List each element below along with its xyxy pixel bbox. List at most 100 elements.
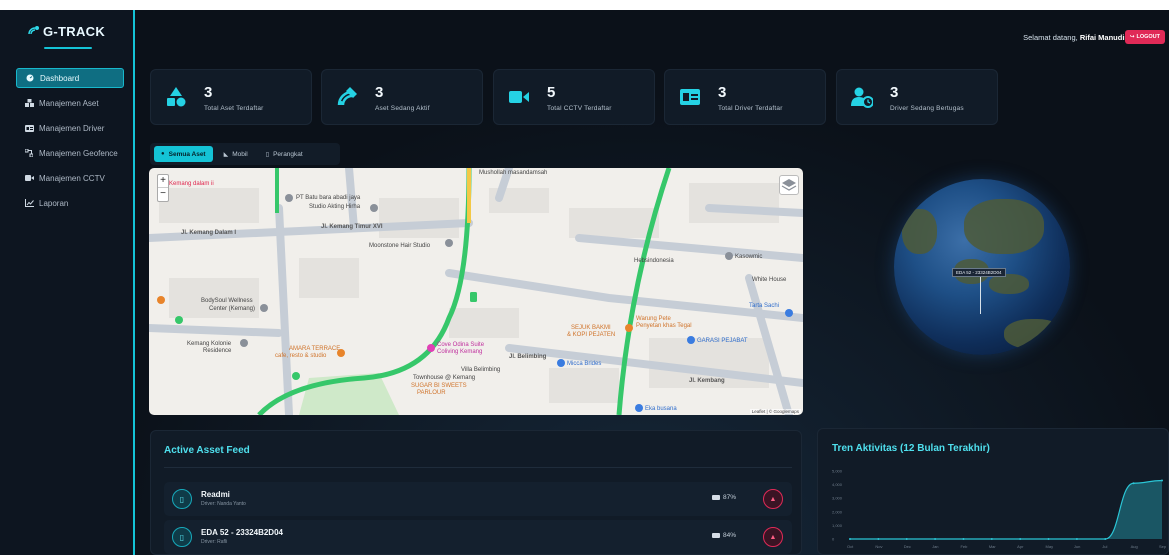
logout-icon: ↪ xyxy=(1129,34,1135,40)
x-tick-label: Nov xyxy=(875,544,882,549)
sidebar-item-label: Laporan xyxy=(39,198,69,208)
globe-land xyxy=(1004,319,1064,349)
data-point[interactable] xyxy=(934,538,937,540)
filter-car-button[interactable]: ◣ Mobil xyxy=(217,146,255,162)
map-label: Penyetan khas Tegal xyxy=(636,323,692,329)
globe-land xyxy=(989,274,1029,294)
stat-card-total-assets: 3 Total Aset Terdaftar xyxy=(150,69,312,125)
battery-status: 87% xyxy=(712,494,736,501)
video-icon xyxy=(508,86,530,108)
sidebar-item-assets[interactable]: Manajemen Aset xyxy=(16,93,124,113)
zoom-out-button[interactable]: − xyxy=(158,188,168,201)
globe-view[interactable] xyxy=(894,179,1070,355)
y-tick-label: 3,000 xyxy=(832,496,843,501)
alarm-button[interactable]: ▲ xyxy=(763,489,783,509)
sidebar-item-geofence[interactable]: Manajemen Geofence xyxy=(16,143,124,163)
stat-card-total-cctv: 5 Total CCTV Terdaftar xyxy=(493,69,655,125)
brand-logo[interactable]: G-TRACK xyxy=(0,24,133,39)
filter-label: Semua Aset xyxy=(168,150,206,158)
data-point[interactable] xyxy=(1075,538,1078,540)
filter-label: Perangkat xyxy=(273,150,303,158)
data-point[interactable] xyxy=(1161,479,1163,482)
map-label: Kemang Kolonie xyxy=(187,341,232,347)
x-tick-label: Oct xyxy=(847,544,854,549)
x-tick-label: Jun xyxy=(1074,544,1080,549)
map-label: Kasowmic xyxy=(735,254,762,260)
map-view[interactable]: Kemang dalam ii PT Batu bara abadi jaya … xyxy=(149,168,803,415)
data-point[interactable] xyxy=(1104,538,1107,540)
map-label: PARLOUR xyxy=(417,390,446,396)
user-clock-icon xyxy=(851,86,874,108)
sidebar-item-drivers[interactable]: Manajemen Driver xyxy=(16,118,124,138)
filter-label: Mobil xyxy=(232,150,248,158)
stat-label: Driver Sedang Bertugas xyxy=(890,105,964,112)
globe-land xyxy=(902,209,937,254)
sidebar-item-label: Manajemen CCTV xyxy=(39,173,105,183)
satellite-icon xyxy=(336,86,358,108)
brand-underline xyxy=(44,47,92,49)
sidebar-item-reports[interactable]: Laporan xyxy=(16,193,124,213)
dashboard-icon xyxy=(25,73,35,83)
y-tick-label: 0 xyxy=(832,537,835,542)
satellite-logo-icon xyxy=(28,25,40,39)
map-label: GARASI PEJABAT xyxy=(697,338,748,344)
asset-name: Readmi xyxy=(201,490,230,499)
welcome-text: Selamat datang, Rifai Manudin xyxy=(1023,33,1129,42)
stat-value: 5 xyxy=(547,84,556,101)
logout-button[interactable]: ↪ LOGOUT xyxy=(1124,30,1165,44)
x-tick-label: May xyxy=(1046,544,1054,549)
data-point[interactable] xyxy=(877,538,880,540)
stat-label: Total Driver Terdaftar xyxy=(718,105,783,112)
map-label: Coliving Kemang xyxy=(437,349,482,355)
map-label: SUGAR BI SWEETS xyxy=(411,383,467,389)
globe-marker-label[interactable]: EDA 52 - 23324B2D04 xyxy=(952,268,1006,277)
map-label: Micca Brides xyxy=(567,361,601,367)
x-tick-label: Apr xyxy=(1017,544,1024,549)
filter-device-button[interactable]: ▯ Perangkat xyxy=(259,146,310,162)
activity-trend-card: Tren Aktivitas (12 Bulan Terakhir) 5,000… xyxy=(817,428,1169,555)
trend-chart: 5,000 4,000 3,000 2,000 1,000 0 Oct Nov Dec Jan Fe… xyxy=(832,469,1167,550)
data-point[interactable] xyxy=(1047,538,1050,540)
y-tick-label: 1,000 xyxy=(832,523,843,528)
y-tick-label: 2,000 xyxy=(832,509,843,514)
y-tick-label: 5,000 xyxy=(832,469,843,474)
data-point[interactable] xyxy=(962,538,965,540)
shapes-icon xyxy=(165,86,187,108)
map-attribution[interactable]: Leaflet | © Googlemaps xyxy=(749,409,801,414)
data-point[interactable] xyxy=(990,538,993,540)
logout-label: LOGOUT xyxy=(1136,34,1160,40)
x-tick-label: Jan xyxy=(932,544,938,549)
alarm-button[interactable]: ▲ xyxy=(763,527,783,547)
map-label: Moonstone Hair Studio xyxy=(369,243,431,249)
zoom-in-button[interactable]: + xyxy=(158,175,168,188)
map-label: BodySoul Wellness xyxy=(201,298,253,304)
battery-status: 84% xyxy=(712,532,736,539)
sidebar-item-cctv[interactable]: Manajemen CCTV xyxy=(16,168,124,188)
x-tick-label: Feb xyxy=(960,544,968,549)
map-label: Tarta Sachi xyxy=(749,303,779,309)
feed-row[interactable]: ▯ EDA 52 - 23324B2D04 Driver: Rafli 84% … xyxy=(164,520,792,554)
data-point[interactable] xyxy=(849,538,851,540)
map-label: cafe, resto & studio xyxy=(275,353,327,359)
data-point[interactable] xyxy=(1132,482,1135,485)
map-label: & KOPI PEJATEN xyxy=(567,332,615,338)
filter-all-assets-button[interactable]: ● Semua Aset xyxy=(154,146,213,162)
stat-card-drivers-on-duty: 3 Driver Sedang Bertugas xyxy=(836,69,998,125)
feed-row[interactable]: ▯ Readmi Driver: Nanda Yanto 87% ▲ xyxy=(164,482,792,516)
assets-icon xyxy=(24,98,34,108)
map-label: Kemang dalam ii xyxy=(169,181,214,187)
sidebar-item-label: Manajemen Geofence xyxy=(39,148,118,158)
sidebar-item-label: Dashboard xyxy=(40,73,80,83)
sidebar-item-dashboard[interactable]: Dashboard xyxy=(16,68,124,88)
x-tick-label: Mar xyxy=(989,544,997,549)
map-label: SEJUK BAKMI xyxy=(571,325,611,331)
map-label: Mushollah masandamsah xyxy=(479,170,547,176)
sidebar-item-label: Manajemen Aset xyxy=(39,98,99,108)
stat-label: Aset Sedang Aktif xyxy=(375,105,430,112)
data-point[interactable] xyxy=(1019,538,1022,540)
globe-land xyxy=(964,199,1044,254)
brand-name: G-TRACK xyxy=(42,24,106,39)
map-label: Townhouse @ Kemang xyxy=(413,375,475,381)
data-point[interactable] xyxy=(905,538,908,540)
map-layers-button[interactable] xyxy=(779,175,799,195)
